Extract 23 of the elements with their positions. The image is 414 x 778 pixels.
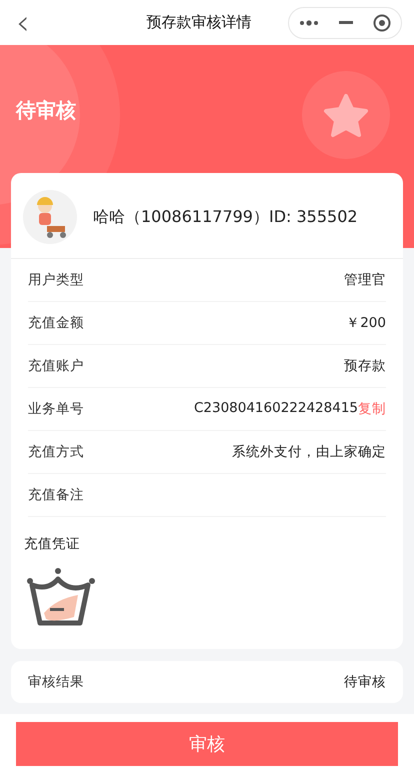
back-button[interactable]: ‹	[16, 6, 40, 40]
field-label: 审核结果	[28, 673, 84, 691]
copy-button[interactable]: 复制	[358, 400, 386, 418]
avatar	[23, 190, 77, 244]
field-label: 充值金额	[28, 314, 84, 332]
status-title: 待审核	[16, 97, 76, 124]
field-label: 业务单号	[28, 400, 84, 418]
user-name: 哈哈（10086117799）ID: 355502	[93, 206, 358, 228]
review-button[interactable]: 审核	[16, 722, 398, 766]
voucher-label: 充值凭证	[24, 535, 81, 553]
field-label: 充值账户	[28, 357, 84, 375]
more-icon[interactable]	[299, 20, 319, 26]
field-label: 充值备注	[28, 486, 84, 504]
close-icon[interactable]	[373, 14, 391, 32]
field-value: 系统外支付，由上家确定	[232, 443, 386, 461]
order-number: C230804160222428415	[194, 400, 358, 418]
field-label: 用户类型	[28, 271, 84, 289]
field-label: 充值方式	[28, 443, 84, 461]
field-value: ￥200	[346, 314, 386, 332]
page-title: 预存款审核详情	[146, 13, 252, 32]
field-value: 管理官	[344, 271, 386, 289]
field-value: 预存款	[344, 357, 386, 375]
field-value: 待审核	[344, 673, 386, 691]
